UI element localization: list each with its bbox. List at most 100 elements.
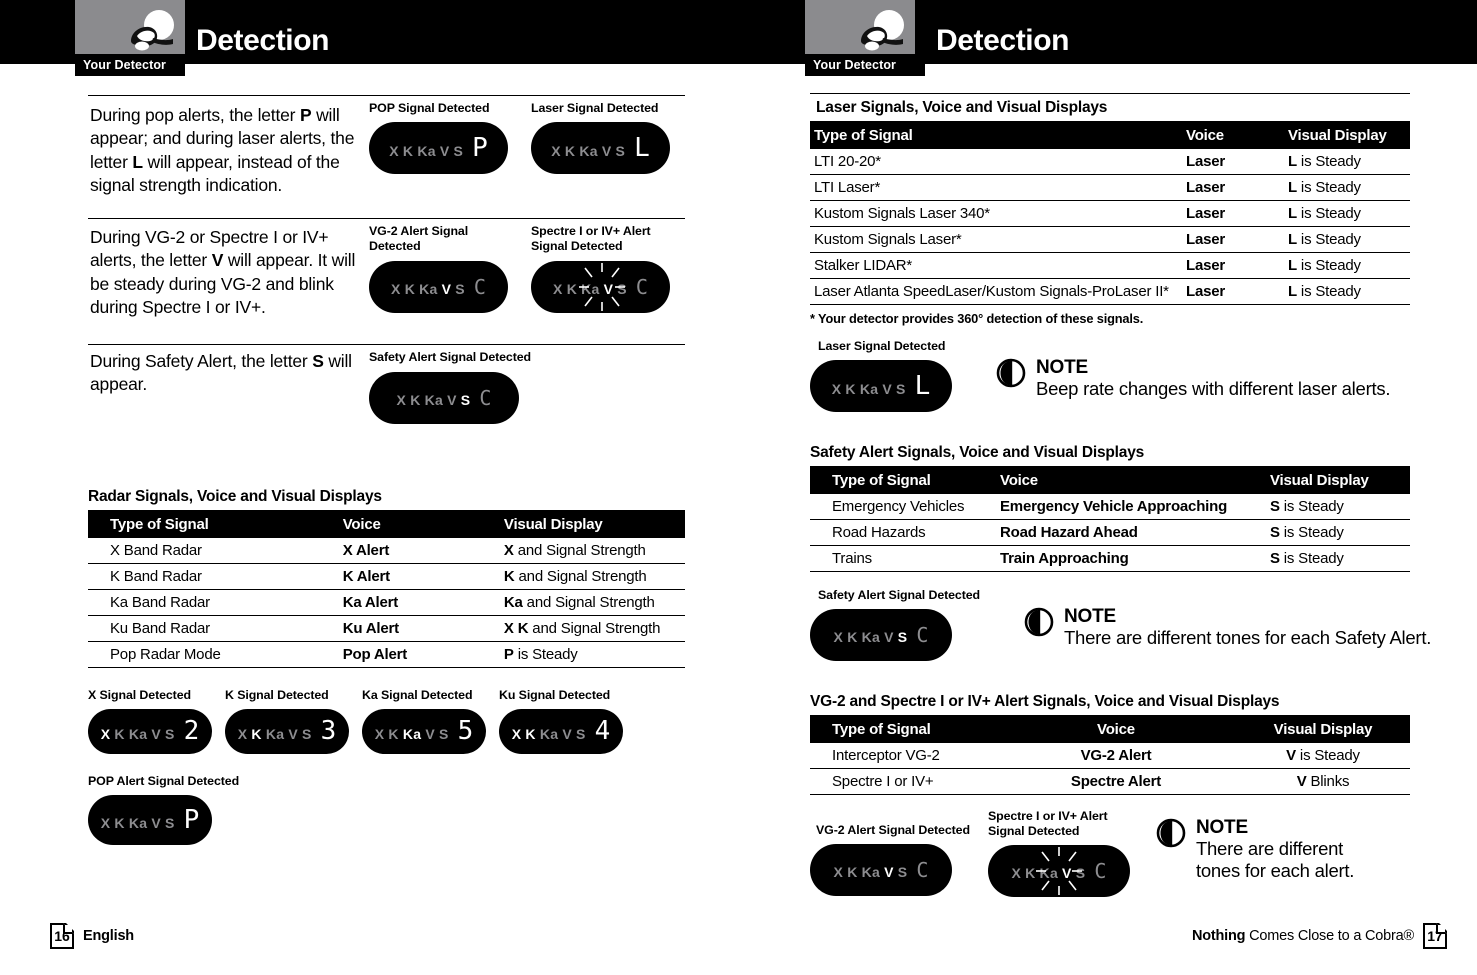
footer-right: Nothing Comes Close to a Cobra® 17 xyxy=(1192,923,1447,949)
col-visual: Visual Display xyxy=(499,510,685,538)
vg2-signals-table: Type of Signal Voice Visual Display Inte… xyxy=(810,715,1410,795)
safety-table-body: Emergency Vehicles Emergency Vehicle App… xyxy=(810,494,1410,572)
cell-type: Stalker LIDAR* xyxy=(810,252,1182,279)
table-row: X Band Radar X Alert X and Signal Streng… xyxy=(88,538,685,564)
display-block: Laser Signal Detected X K Ka V S L xyxy=(531,101,670,174)
radar-table-body: X Band Radar X Alert X and Signal Streng… xyxy=(88,538,685,668)
table-row: Kustom Signals Laser* Laser L is Steady xyxy=(810,226,1410,253)
cell-visual-rest: and Signal Strength xyxy=(528,620,661,637)
note-heading: NOTE xyxy=(1064,606,1116,627)
lcd-display-ku-band: X K Ka V S 4 xyxy=(499,708,623,754)
display-block: Spectre I or IV+ Alert Signal Detected X… xyxy=(987,809,1138,898)
cell-visual-bold: K xyxy=(503,568,515,585)
display-caption: Spectre I or IV+ Alert Signal Detected xyxy=(987,809,1108,838)
display-caption: Laser Signal Detected xyxy=(818,339,946,353)
cell-voice: Road Hazard Ahead xyxy=(1000,524,1138,541)
cell-visual-bold: V xyxy=(1296,773,1307,790)
cell-type: Kustom Signals Laser* xyxy=(810,226,1182,253)
cell-visual-bold: S xyxy=(1270,498,1280,515)
cell-voice: Laser xyxy=(1186,179,1226,196)
col-voice: Voice xyxy=(1182,121,1284,149)
note-safety: NOTE There are different tones for each … xyxy=(1024,607,1431,649)
cell-visual-rest: is Steady xyxy=(1296,231,1361,248)
display-block: Spectre I or IV+ Alert Signal Detected X… xyxy=(531,224,676,314)
cell-visual-rest: is Steady xyxy=(1296,257,1361,274)
radar-table-wrap: Radar Signals, Voice and Visual Displays… xyxy=(88,488,685,668)
display-block: X Signal Detected X K Ka V S 2 xyxy=(88,688,212,754)
display-block: Safety Alert Signal Detected X K Ka V S C xyxy=(810,588,980,661)
lcd-value: L xyxy=(914,370,931,401)
divider-1 xyxy=(88,95,685,96)
cell-visual-rest: is Steady xyxy=(1296,283,1361,300)
lcd-value: C xyxy=(473,275,486,300)
display-block: POP Signal Detected X K Ka V S P xyxy=(369,101,508,174)
vg2-table-body: Interceptor VG-2 VG-2 Alert V is Steady … xyxy=(810,743,1410,795)
lcd-display-spectre-right: X K Ka V S C xyxy=(987,845,1130,898)
lcd-value: 3 xyxy=(320,716,337,747)
cell-visual-rest: is Steady xyxy=(513,646,578,663)
section-tab-your-detector[interactable]: Your Detector xyxy=(75,54,185,76)
lcd-display-laser-right: X K Ka V S L xyxy=(810,359,952,412)
lcd-value: C xyxy=(479,385,492,410)
display-group-bands: X Signal Detected X K Ka V S 2 K Signal Detec… xyxy=(88,688,623,754)
laser-table-body: LTI 20-20* Laser L is Steady LTI Laser* … xyxy=(810,149,1410,305)
radar-table-title: Radar Signals, Voice and Visual Displays xyxy=(88,488,382,505)
cell-voice: Laser xyxy=(1186,205,1226,222)
cell-visual-bold: X xyxy=(503,542,514,559)
cell-visual-bold: Ka xyxy=(503,594,523,611)
page-number-badge: 16 xyxy=(50,923,74,949)
cell-visual-bold: L xyxy=(1288,231,1297,248)
cell-visual-bold: S xyxy=(1270,550,1280,567)
display-caption: Laser Signal Detected xyxy=(531,101,659,115)
cell-voice: Train Approaching xyxy=(1000,550,1129,567)
paragraph-pop-laser: During pop alerts, the letter P will app… xyxy=(90,105,355,195)
paragraph-vg2-spectre: During VG-2 or Spectre I or IV+ alerts, … xyxy=(90,227,356,317)
cell-type: LTI 20-20* xyxy=(810,149,1182,175)
cell-visual-bold: L xyxy=(1288,153,1297,170)
col-voice: Voice xyxy=(996,715,1236,743)
page-left: Your Detector Detection During pop alert… xyxy=(0,0,805,975)
section-tab-your-detector[interactable]: Your Detector xyxy=(805,54,925,76)
col-type: Type of Signal xyxy=(810,715,996,743)
display-block: Laser Signal Detected X K Ka V S L xyxy=(810,339,952,412)
display-caption: POP Alert Signal Detected xyxy=(88,774,240,788)
display-group-vg2-spectre: VG-2 Alert Signal Detected X K Ka V S C Spect… xyxy=(369,224,676,314)
display-block: Ku Signal Detected X K Ka V S 4 xyxy=(499,688,623,754)
cell-type: Interceptor VG-2 xyxy=(810,743,996,769)
cell-visual-rest: Blinks xyxy=(1306,773,1350,790)
col-type: Type of Signal xyxy=(88,510,339,538)
note-body: There are different tones for each alert… xyxy=(1195,837,1355,881)
lcd-value: C xyxy=(1094,859,1107,884)
display-caption: Safety Alert Signal Detected xyxy=(369,350,531,364)
note-heading: NOTE xyxy=(1195,817,1248,838)
table-row: LTI Laser* Laser L is Steady xyxy=(810,174,1410,201)
lcd-value: 4 xyxy=(594,716,611,747)
display-block: K Signal Detected X K Ka V S 3 xyxy=(225,688,349,754)
cell-visual-rest: is Steady xyxy=(1296,205,1361,222)
cell-visual-bold: X K xyxy=(503,620,529,637)
display-block: VG-2 Alert Signal Detected X K Ka V S C xyxy=(810,809,970,896)
safety-signals-table: Type of Signal Voice Visual Display Emer… xyxy=(810,466,1410,572)
note-bell-icon xyxy=(996,358,1026,388)
footer-language-label: English xyxy=(83,928,134,944)
vg2-display-note-row: VG-2 Alert Signal Detected X K Ka V S C Spect… xyxy=(810,809,1355,898)
col-voice: Voice xyxy=(338,510,500,538)
cell-voice: Ka Alert xyxy=(342,594,399,611)
lcd-value: 5 xyxy=(457,716,474,747)
cell-voice: Laser xyxy=(1186,231,1226,248)
cell-voice: VG-2 Alert xyxy=(1080,747,1152,764)
footer-tagline-bold: Nothing xyxy=(1191,928,1246,944)
page-header-left: Your Detector Detection xyxy=(0,0,805,76)
col-type: Type of Signal xyxy=(810,466,996,494)
col-voice: Voice xyxy=(996,466,1266,494)
laser-table-wrap: Laser Signals, Voice and Visual Displays… xyxy=(810,93,1410,326)
table-row: Ku Band Radar Ku Alert X K and Signal St… xyxy=(88,615,685,642)
table-row: LTI 20-20* Laser L is Steady xyxy=(810,149,1410,175)
table-header-row: Type of Signal Voice Visual Display xyxy=(810,466,1410,494)
cell-voice: Laser xyxy=(1186,153,1226,170)
note-laser: NOTE Beep rate changes with different la… xyxy=(996,358,1391,400)
lcd-value: 2 xyxy=(183,716,200,747)
cell-visual-rest: and Signal Strength xyxy=(514,568,647,585)
cell-type: Pop Radar Mode xyxy=(88,641,339,668)
lcd-display-x-band: X K Ka V S 2 xyxy=(88,708,212,754)
